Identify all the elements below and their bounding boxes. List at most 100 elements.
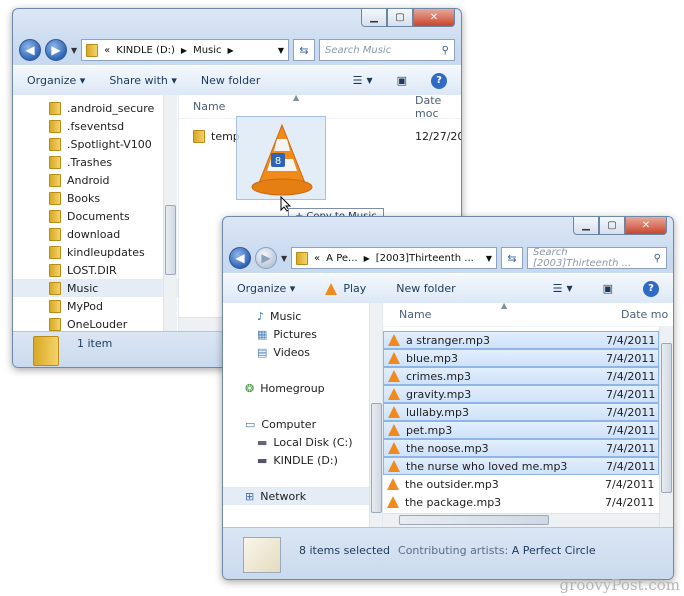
file-row[interactable]: the package.mp3 7/4/2011 bbox=[383, 493, 659, 511]
nav-folder-item[interactable]: download bbox=[13, 225, 178, 243]
column-name-header[interactable]: Name bbox=[193, 100, 225, 113]
nav-item-computer[interactable]: ▭ Computer bbox=[223, 415, 382, 433]
search-placeholder: Search [2003]Thirteenth ... bbox=[533, 247, 632, 269]
file-row[interactable]: pet.mp3 7/4/2011 bbox=[383, 421, 659, 439]
nav-item-kindle[interactable]: ▬ KINDLE (D:) bbox=[223, 451, 382, 469]
music-note-icon: ♪ bbox=[257, 309, 265, 323]
preview-pane-icon[interactable]: ▣ bbox=[397, 74, 407, 87]
vlc-cone-icon: 8 bbox=[251, 123, 313, 196]
maximize-button[interactable]: ▢ bbox=[387, 9, 413, 27]
status-bar: 8 items selected Contributing artists: A… bbox=[223, 527, 673, 579]
file-scroll-thumb[interactable] bbox=[661, 343, 672, 493]
nav-folder-item[interactable]: .fseventsd bbox=[13, 117, 178, 135]
nav-folder-item[interactable]: .Trashes bbox=[13, 153, 178, 171]
nav-scroll-thumb[interactable] bbox=[371, 403, 382, 513]
album-window[interactable]: ▁ ▢ ✕ ◀ ▶ ▼ « A Pe... ▶ [2003]Thirteenth… bbox=[222, 216, 674, 580]
drag-preview: 8 bbox=[236, 116, 326, 200]
preview-pane-icon[interactable]: ▣ bbox=[603, 282, 613, 295]
share-with-button[interactable]: Share with ▾ bbox=[109, 74, 177, 87]
back-button[interactable]: ◀ bbox=[229, 247, 251, 269]
address-bar[interactable]: « A Pe... ▶ [2003]Thirteenth ... ▼ bbox=[291, 247, 497, 269]
column-date-header[interactable]: Date moc bbox=[415, 95, 461, 120]
close-button[interactable]: ✕ bbox=[413, 9, 455, 27]
file-date: 7/4/2011 bbox=[606, 423, 656, 437]
nav-folder-item[interactable]: MyPod bbox=[13, 297, 178, 315]
address-dropdown-icon[interactable]: ▼ bbox=[278, 46, 284, 55]
file-row[interactable]: crimes.mp3 7/4/2011 bbox=[383, 367, 659, 385]
new-folder-button[interactable]: New folder bbox=[201, 74, 260, 87]
breadcrumb-overflow[interactable]: « bbox=[104, 45, 110, 56]
breadcrumb-kindle[interactable]: KINDLE (D:) bbox=[116, 45, 175, 56]
file-list-hscrollbar[interactable] bbox=[383, 513, 659, 527]
search-input[interactable]: Search [2003]Thirteenth ... ⚲ bbox=[527, 247, 667, 269]
chevron-right-icon[interactable]: ▶ bbox=[181, 46, 187, 55]
minimize-button[interactable]: ▁ bbox=[361, 9, 387, 27]
view-options-button[interactable]: ☰ ▼ bbox=[553, 282, 573, 295]
hard-drive-icon: ▬ bbox=[257, 435, 268, 449]
nav-folder-item[interactable]: Android bbox=[13, 171, 178, 189]
close-button[interactable]: ✕ bbox=[625, 217, 667, 235]
nav-folder-item[interactable]: LOST.DIR bbox=[13, 261, 178, 279]
nav-scrollbar[interactable] bbox=[369, 303, 382, 527]
watermark: groovyPost.com bbox=[559, 576, 680, 594]
breadcrumb-artist[interactable]: A Pe... bbox=[326, 253, 357, 264]
vlc-cone-icon bbox=[387, 478, 399, 490]
column-date-header[interactable]: Date mo bbox=[621, 308, 668, 321]
nav-scroll-thumb[interactable] bbox=[165, 205, 176, 275]
recent-pages-icon[interactable]: ▼ bbox=[281, 254, 287, 263]
svg-text:8: 8 bbox=[275, 156, 281, 167]
back-button[interactable]: ◀ bbox=[19, 39, 41, 61]
help-icon[interactable]: ? bbox=[643, 280, 659, 297]
play-button[interactable]: Play bbox=[325, 282, 366, 295]
nav-item-homegroup[interactable]: ❂ Homegroup bbox=[223, 379, 382, 397]
nav-item-videos[interactable]: ▤ Videos bbox=[223, 343, 382, 361]
file-row[interactable]: the noose.mp3 7/4/2011 bbox=[383, 439, 659, 457]
breadcrumb-music[interactable]: Music bbox=[193, 45, 221, 56]
address-dropdown-icon[interactable]: ▼ bbox=[486, 254, 492, 263]
forward-button[interactable]: ▶ bbox=[255, 247, 277, 269]
folder-icon bbox=[49, 101, 61, 115]
nav-item-pictures[interactable]: ▦ Pictures bbox=[223, 325, 382, 343]
file-row[interactable]: a stranger.mp3 7/4/2011 bbox=[383, 331, 659, 349]
address-bar[interactable]: « KINDLE (D:) ▶ Music ▶ ▼ bbox=[81, 39, 289, 61]
chevron-right-icon[interactable]: ▶ bbox=[228, 46, 234, 55]
nav-folder-item[interactable]: Music bbox=[13, 279, 178, 297]
refresh-button[interactable]: ⇆ bbox=[293, 39, 315, 61]
file-list-scrollbar[interactable] bbox=[659, 327, 673, 527]
help-icon[interactable]: ? bbox=[431, 72, 447, 89]
view-options-button[interactable]: ☰ ▼ bbox=[353, 74, 373, 87]
breadcrumb-overflow[interactable]: « bbox=[314, 253, 320, 264]
hscroll-thumb[interactable] bbox=[399, 515, 549, 525]
organize-button[interactable]: Organize ▾ bbox=[27, 74, 85, 87]
recent-pages-icon[interactable]: ▼ bbox=[71, 46, 77, 55]
file-row[interactable]: gravity.mp3 7/4/2011 bbox=[383, 385, 659, 403]
nav-folder-item[interactable]: OneLouder bbox=[13, 315, 178, 331]
nav-item-network[interactable]: ⊞ Network bbox=[223, 487, 382, 505]
nav-item-music[interactable]: ♪ Music bbox=[223, 307, 382, 325]
nav-folder-item[interactable]: kindleupdates bbox=[13, 243, 178, 261]
nav-folder-item[interactable]: .Spotlight-V100 bbox=[13, 135, 178, 153]
search-input[interactable]: Search Music ⚲ bbox=[319, 39, 455, 61]
file-row[interactable]: blue.mp3 7/4/2011 bbox=[383, 349, 659, 367]
nav-scrollbar[interactable] bbox=[163, 95, 177, 331]
chevron-right-icon[interactable]: ▶ bbox=[364, 254, 370, 263]
maximize-button[interactable]: ▢ bbox=[599, 217, 625, 235]
organize-button[interactable]: Organize ▾ bbox=[237, 282, 295, 295]
column-name-header[interactable]: Name bbox=[399, 308, 431, 321]
vlc-cone-icon bbox=[325, 282, 338, 295]
minimize-button[interactable]: ▁ bbox=[573, 217, 599, 235]
new-folder-button[interactable]: New folder bbox=[396, 282, 455, 295]
nav-folder-item[interactable]: Documents bbox=[13, 207, 178, 225]
nav-folder-label: OneLouder bbox=[67, 317, 128, 331]
nav-folder-item[interactable]: Books bbox=[13, 189, 178, 207]
nav-item-local-disk[interactable]: ▬ Local Disk (C:) bbox=[223, 433, 382, 451]
forward-button[interactable]: ▶ bbox=[45, 39, 67, 61]
nav-folder-label: MyPod bbox=[67, 299, 103, 313]
file-row[interactable]: the nurse who loved me.mp3 7/4/2011 bbox=[383, 457, 659, 475]
nav-folder-item[interactable]: .android_secure bbox=[13, 99, 178, 117]
breadcrumb-album[interactable]: [2003]Thirteenth ... bbox=[376, 253, 474, 264]
file-row[interactable]: lullaby.mp3 7/4/2011 bbox=[383, 403, 659, 421]
file-row[interactable]: the outsider.mp3 7/4/2011 bbox=[383, 475, 659, 493]
nav-folder-label: .Spotlight-V100 bbox=[67, 137, 152, 151]
refresh-button[interactable]: ⇆ bbox=[501, 247, 523, 269]
